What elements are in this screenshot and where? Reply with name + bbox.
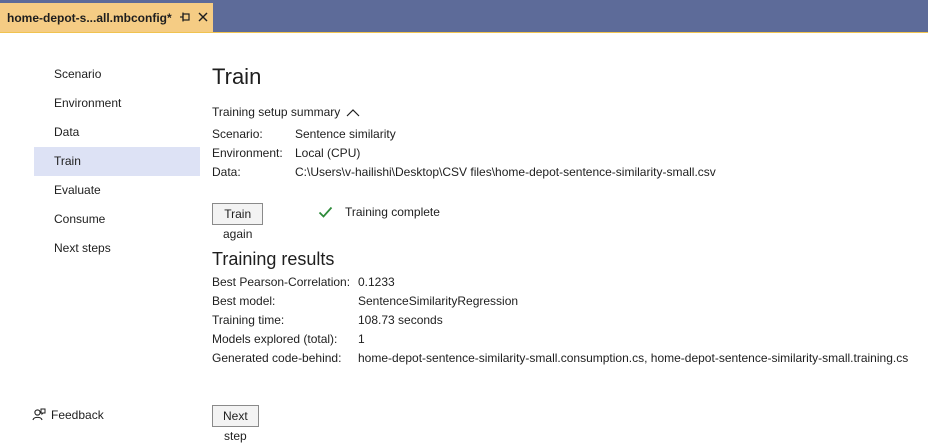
nav-item-next-steps[interactable]: Next steps xyxy=(34,234,200,263)
checkmark-icon xyxy=(318,206,333,218)
feedback-link[interactable]: Feedback xyxy=(32,406,104,424)
environment-value: Local (CPU) xyxy=(295,146,361,160)
models-explored-label: Models explored (total): xyxy=(212,332,338,346)
metric-value: 0.1233 xyxy=(358,275,395,289)
step-navigation: Scenario Environment Data Train Evaluate… xyxy=(34,60,200,263)
best-model-label: Best model: xyxy=(212,294,276,308)
data-label: Data: xyxy=(212,165,241,179)
code-behind-label: Generated code-behind: xyxy=(212,351,342,365)
summary-toggle-label: Training setup summary xyxy=(212,105,341,119)
nav-item-train[interactable]: Train xyxy=(34,147,200,176)
chevron-up-icon xyxy=(346,108,360,116)
code-behind-value[interactable]: home-depot-sentence-similarity-small.con… xyxy=(358,351,908,365)
environment-label: Environment: xyxy=(212,146,283,160)
document-tab[interactable]: home-depot-s...all.mbconfig* xyxy=(0,3,213,32)
nav-item-data[interactable]: Data xyxy=(34,118,200,147)
best-model-value: SentenceSimilarityRegression xyxy=(358,294,519,308)
close-icon[interactable] xyxy=(197,11,209,23)
nav-item-environment[interactable]: Environment xyxy=(34,89,200,118)
feedback-icon xyxy=(32,408,46,421)
training-time-value: 108.73 seconds xyxy=(358,313,443,327)
document-tab-title: home-depot-s...all.mbconfig* xyxy=(7,10,172,25)
scenario-label: Scenario: xyxy=(212,127,263,141)
data-value: C:\Users\v-hailishi\Desktop\CSV files\ho… xyxy=(295,165,716,179)
pin-icon[interactable] xyxy=(179,10,191,24)
train-again-button[interactable]: Train again xyxy=(212,203,264,241)
models-explored-value: 1 xyxy=(358,332,365,346)
metric-label: Best Pearson-Correlation: xyxy=(212,275,351,289)
nav-item-evaluate[interactable]: Evaluate xyxy=(34,176,200,205)
status-text: Training complete xyxy=(345,205,440,219)
results-title: Training results xyxy=(212,249,335,269)
summary-toggle[interactable]: Training setup summary xyxy=(212,105,360,119)
training-status: Training complete xyxy=(318,205,440,219)
page-title: Train xyxy=(212,64,262,89)
training-time-label: Training time: xyxy=(212,313,285,327)
nav-item-scenario[interactable]: Scenario xyxy=(34,60,200,89)
scenario-value: Sentence similarity xyxy=(295,127,396,141)
next-step-button[interactable]: Next step xyxy=(212,405,259,443)
document-tab-bar: home-depot-s...all.mbconfig* xyxy=(0,0,928,33)
nav-item-consume[interactable]: Consume xyxy=(34,205,200,234)
feedback-label: Feedback xyxy=(51,408,104,422)
